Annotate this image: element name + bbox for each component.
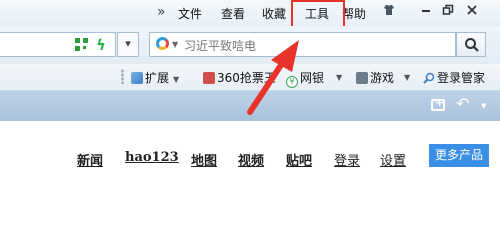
ticket-icon <box>203 72 215 84</box>
address-dropdown-button[interactable]: ▾ <box>117 32 139 57</box>
bookmark-ticket-king[interactable]: 360抢票王 <box>203 69 276 86</box>
chevron-down-icon[interactable]: ▼ <box>172 40 178 49</box>
chevron-down-icon[interactable]: ▼ <box>336 73 342 82</box>
bookmark-login-manager[interactable]: 登录管家 <box>423 69 485 86</box>
qr-code-icon[interactable] <box>75 38 88 51</box>
menu-file[interactable]: 文件 <box>178 5 202 22</box>
nav-link-video[interactable]: 视频 <box>238 150 264 169</box>
menu-view[interactable]: 查看 <box>221 5 245 22</box>
skin-icon[interactable] <box>380 3 398 21</box>
bookmark-label: 网银 <box>300 71 325 85</box>
search-button[interactable] <box>456 32 486 57</box>
chevron-down-icon[interactable]: ▼ <box>404 73 410 82</box>
bookmark-label: 扩展 <box>145 71 170 85</box>
bookmark-games[interactable]: 游戏 <box>356 69 394 86</box>
page-content: 新闻 hao123 地图 视频 贴吧 登录 设置 更多产品 <box>0 121 500 230</box>
tab-strip: ↶ ▼ <box>0 91 500 121</box>
login-manager-icon <box>423 72 435 84</box>
search-input[interactable]: ▼ 习近平致唁电 <box>149 32 456 57</box>
minimize-icon[interactable] <box>417 3 435 21</box>
chevron-down-icon[interactable]: ▼ <box>481 102 486 110</box>
toolbar-grip[interactable] <box>121 69 124 84</box>
bookmark-label: 登录管家 <box>437 71 486 85</box>
close-icon[interactable] <box>463 3 481 21</box>
search-icon <box>465 38 479 52</box>
more-products-button[interactable]: 更多产品 <box>429 144 489 167</box>
new-tab-icon[interactable] <box>431 96 445 111</box>
nav-link-login[interactable]: 登录 <box>334 150 360 169</box>
restore-icon[interactable] <box>439 3 457 21</box>
bookmarks-bar: 扩展 ▼ 360抢票王 ¥ 网银 ▼ 游戏 ▼ 登录管家 <box>0 64 500 91</box>
address-input[interactable]: ϟ <box>0 32 116 57</box>
nav-link-tieba[interactable]: 贴吧 <box>286 150 312 169</box>
search-engine-icon[interactable] <box>156 37 169 50</box>
menu-help[interactable]: 帮助 <box>342 5 366 22</box>
game-icon <box>356 72 368 84</box>
nav-link-settings[interactable]: 设置 <box>380 150 406 169</box>
nav-link-hao123[interactable]: hao123 <box>125 150 179 165</box>
bookmark-extensions[interactable]: 扩展 ▼ <box>131 69 179 86</box>
lightning-icon[interactable]: ϟ <box>96 36 106 54</box>
nav-link-news[interactable]: 新闻 <box>77 150 103 169</box>
bookmark-label: 360抢票王 <box>217 71 276 85</box>
bookmark-label: 游戏 <box>370 71 395 85</box>
undo-close-icon[interactable]: ↶ <box>456 94 469 113</box>
menu-favorites[interactable]: 收藏 <box>262 5 286 22</box>
address-search-row: ϟ ▾ ▼ 习近平致唁电 <box>0 26 500 64</box>
menu-bar: » 文件 查看 收藏 工具 帮助 <box>0 0 500 36</box>
menu-overflow-chevron[interactable]: » <box>157 4 166 20</box>
extension-icon <box>131 72 143 84</box>
bookmark-online-banking[interactable]: ¥ 网银 <box>286 69 324 88</box>
nav-link-map[interactable]: 地图 <box>191 150 217 169</box>
search-placeholder: 习近平致唁电 <box>184 39 257 53</box>
chevron-down-icon: ▼ <box>173 75 180 84</box>
bank-icon: ¥ <box>286 76 298 88</box>
